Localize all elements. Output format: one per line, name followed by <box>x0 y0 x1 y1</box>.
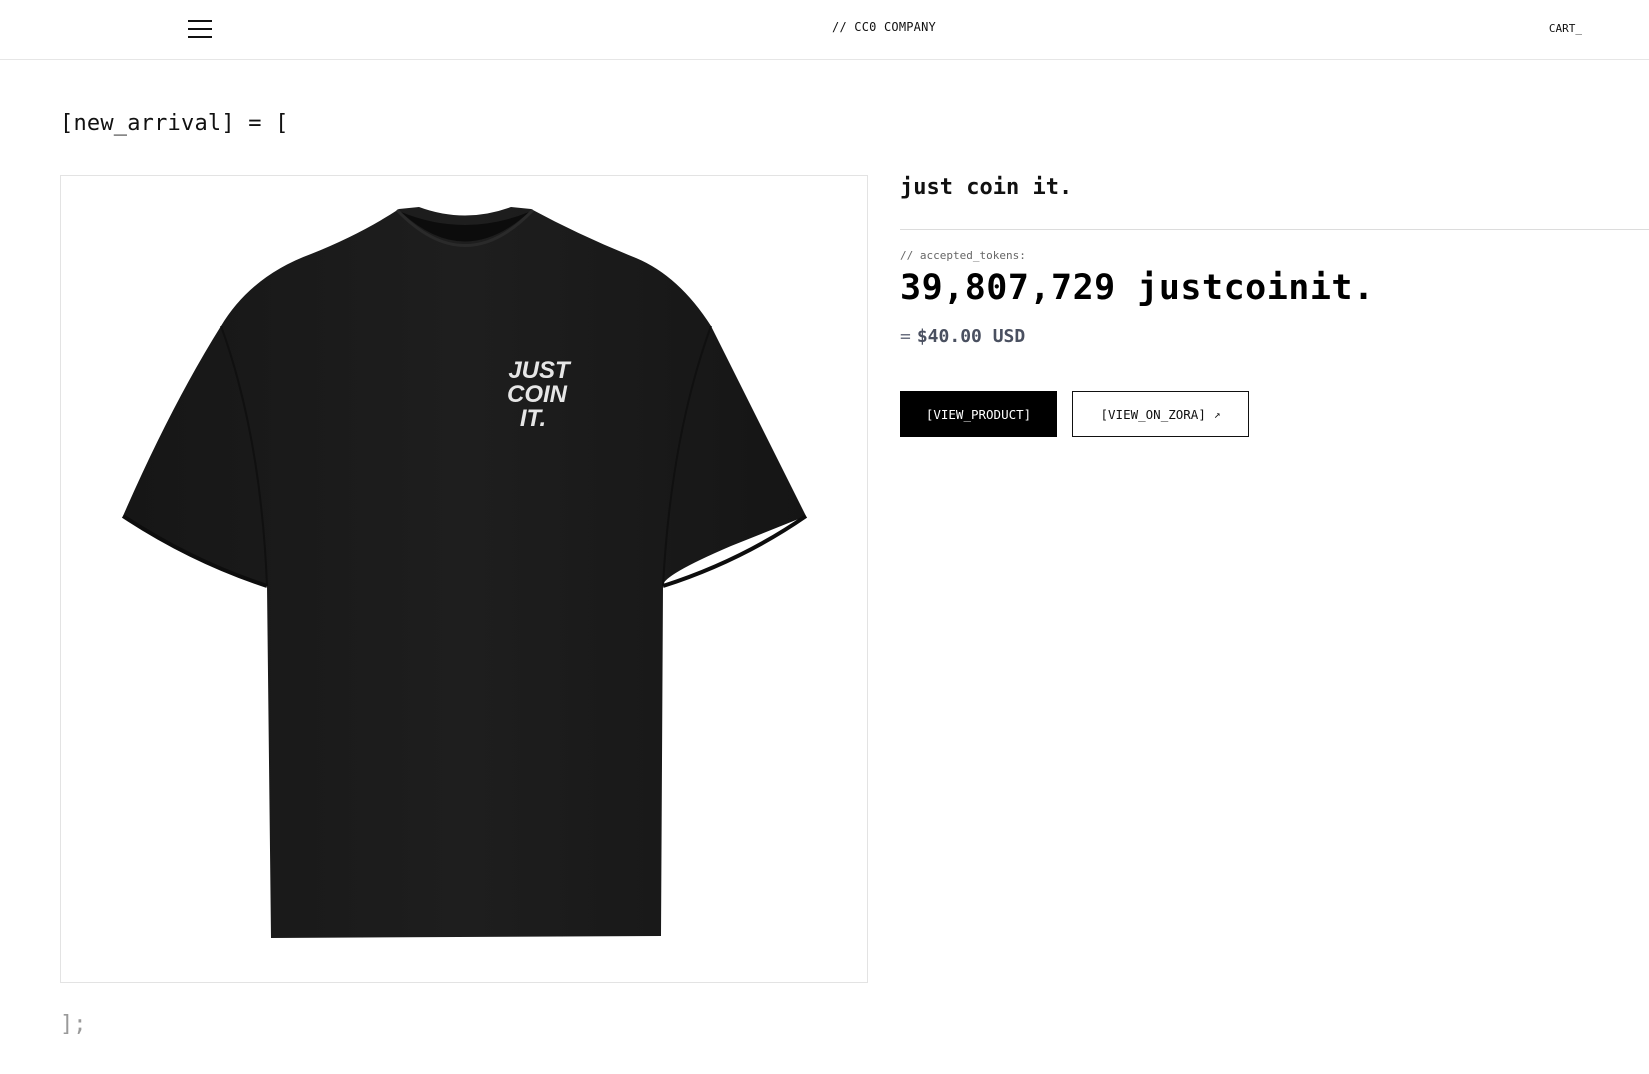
print-line-2: COIN <box>507 381 568 408</box>
external-link-icon: ↗ <box>1213 407 1221 421</box>
menu-bar <box>188 36 212 38</box>
usd-price: = $40.00 USD <box>900 326 1025 347</box>
brand-logo[interactable]: // CC0 COMPANY <box>0 20 1649 34</box>
print-line-3: IT. <box>520 405 546 432</box>
accepted-tokens-label: // accepted_tokens: <box>900 249 1026 262</box>
view-on-zora-label: [VIEW_ON_ZORA] <box>1100 406 1206 422</box>
view-on-zora-button[interactable]: [VIEW_ON_ZORA] ↗ <box>1072 391 1249 437</box>
print-line-1: JUST <box>508 357 572 384</box>
site-header: // CC0 COMPANY CART_ <box>0 0 1649 60</box>
divider <box>900 229 1649 230</box>
usd-prefix: = <box>900 326 911 347</box>
brand-label[interactable]: // CC0 COMPANY <box>832 20 936 34</box>
cart-link[interactable]: CART_ <box>1549 22 1582 35</box>
section-heading: [new_arrival] = [ <box>60 111 289 136</box>
product-image-card[interactable]: JUST COIN IT. <box>60 175 868 983</box>
token-price: 39,807,729 justcoinit. <box>900 268 1375 308</box>
view-product-button[interactable]: [VIEW_PRODUCT] <box>900 391 1057 437</box>
view-product-label: [VIEW_PRODUCT] <box>925 406 1032 422</box>
section-closing: ]; <box>60 1012 87 1037</box>
product-title[interactable]: just coin it. <box>900 175 1072 200</box>
product-image: JUST COIN IT. <box>121 207 808 938</box>
usd-value: $40.00 USD <box>916 326 1026 347</box>
